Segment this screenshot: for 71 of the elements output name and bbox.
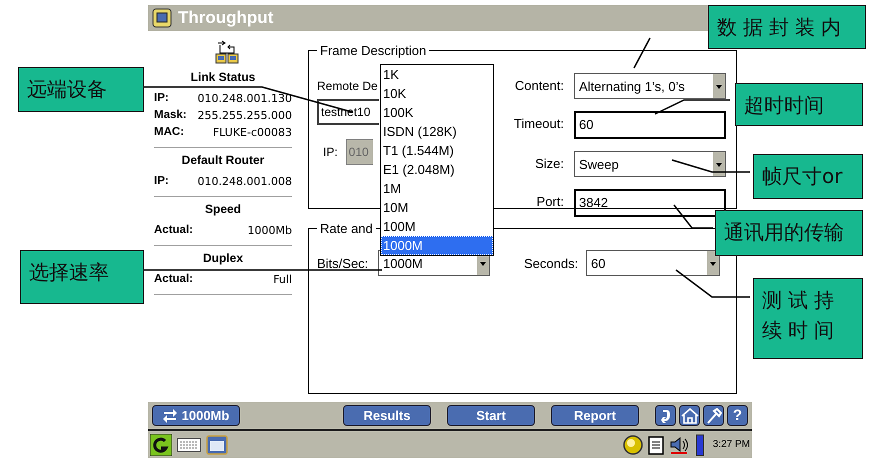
field-label: IP:: [154, 174, 169, 189]
clock-time: 3:27 PM: [712, 439, 750, 450]
dropdown-option[interactable]: 1K: [381, 65, 493, 84]
group-title: Rate and: [319, 221, 374, 236]
help-button[interactable]: ?: [727, 405, 748, 426]
field-label: Seconds:: [524, 256, 580, 270]
section-heading: Default Router: [180, 153, 266, 167]
window-icon: [152, 8, 172, 28]
back-arrow-icon: [660, 408, 672, 424]
callout-label: 测试持续时间: [753, 278, 863, 359]
dropdown[interactable]: Sweep: [574, 151, 726, 177]
callout-label: 通讯用的传输: [715, 210, 863, 256]
start-logo-icon: [150, 434, 172, 456]
swap-arrows-icon: [162, 408, 177, 424]
input-field[interactable]: 60: [574, 111, 726, 139]
battery-icon: [696, 434, 704, 456]
toolbar-button[interactable]: Results: [343, 405, 431, 426]
field-label: Mask:: [154, 108, 187, 123]
callout-label: 数据封装内: [708, 5, 866, 49]
dropdown-option[interactable]: 1M: [381, 179, 493, 198]
field-label: Actual:: [154, 223, 193, 238]
field-label: Size:: [534, 155, 564, 173]
keyboard-icon: [177, 438, 201, 452]
dropdown-option[interactable]: 1000M: [381, 236, 493, 255]
field-label: Remote De: [317, 78, 378, 95]
dropdown-option[interactable]: T1 (1.544M): [381, 141, 493, 160]
field-label: Content:: [514, 77, 564, 95]
dropdown[interactable]: 60: [586, 250, 720, 276]
section-heading: Duplex: [202, 251, 244, 265]
callout-label: 帧尺寸or: [753, 154, 863, 199]
dropdown-option[interactable]: 10M: [381, 198, 493, 217]
clipboard-icon: [648, 434, 664, 454]
dropdown-option[interactable]: 100K: [381, 103, 493, 122]
section-heading: Speed: [204, 202, 242, 216]
section-heading: Link Status: [190, 70, 256, 84]
window-icon: [206, 434, 228, 454]
window-title: Throughput: [178, 8, 274, 28]
field-value: 255.255.255.000: [198, 108, 292, 124]
field-value: 1000Mb: [248, 223, 292, 239]
dropdown-option[interactable]: ISDN (128K): [381, 122, 493, 141]
field-value: 010.248.001.130: [198, 91, 292, 107]
toolbar-button[interactable]: Start: [447, 405, 535, 426]
dropdown-option[interactable]: E1 (2.048M): [381, 160, 493, 179]
field-label: MAC:: [154, 125, 184, 140]
dropdown-option[interactable]: 10K: [381, 84, 493, 103]
field-label: Port:: [536, 193, 564, 211]
speaker-icon: [668, 434, 691, 454]
hammer-icon: [706, 408, 722, 424]
dropdown-option[interactable]: 100M: [381, 217, 493, 236]
field-label: IP:: [323, 144, 338, 161]
remote-device-field[interactable]: testnet10: [317, 99, 379, 125]
dropdown[interactable]: Alternating 1’s, 0’s: [574, 73, 726, 99]
tools-button[interactable]: [703, 405, 724, 426]
field-value: 010.248.001.008: [198, 174, 292, 190]
field-value: Full: [273, 272, 292, 288]
field-label: IP:: [154, 91, 169, 106]
home-icon: [680, 408, 698, 424]
callout-label: 选择速率: [20, 250, 144, 304]
network-link-icon: [214, 39, 240, 65]
field-value: FLUKE-c00083: [212, 125, 292, 141]
field-label: Bits/Sec:: [317, 256, 370, 270]
speed-button[interactable]: 1000Mb: [152, 405, 240, 426]
home-button[interactable]: [679, 405, 700, 426]
callout-label: 超时时间: [735, 83, 863, 126]
field-label: Timeout:: [512, 115, 564, 133]
callout-label: 远端设备: [18, 67, 144, 112]
toolbar-button[interactable]: Report: [551, 405, 639, 426]
input-field[interactable]: 3842: [574, 189, 726, 217]
field-label: Actual:: [154, 272, 193, 287]
group-title: Frame Description: [319, 43, 428, 58]
back-button[interactable]: [655, 405, 676, 426]
